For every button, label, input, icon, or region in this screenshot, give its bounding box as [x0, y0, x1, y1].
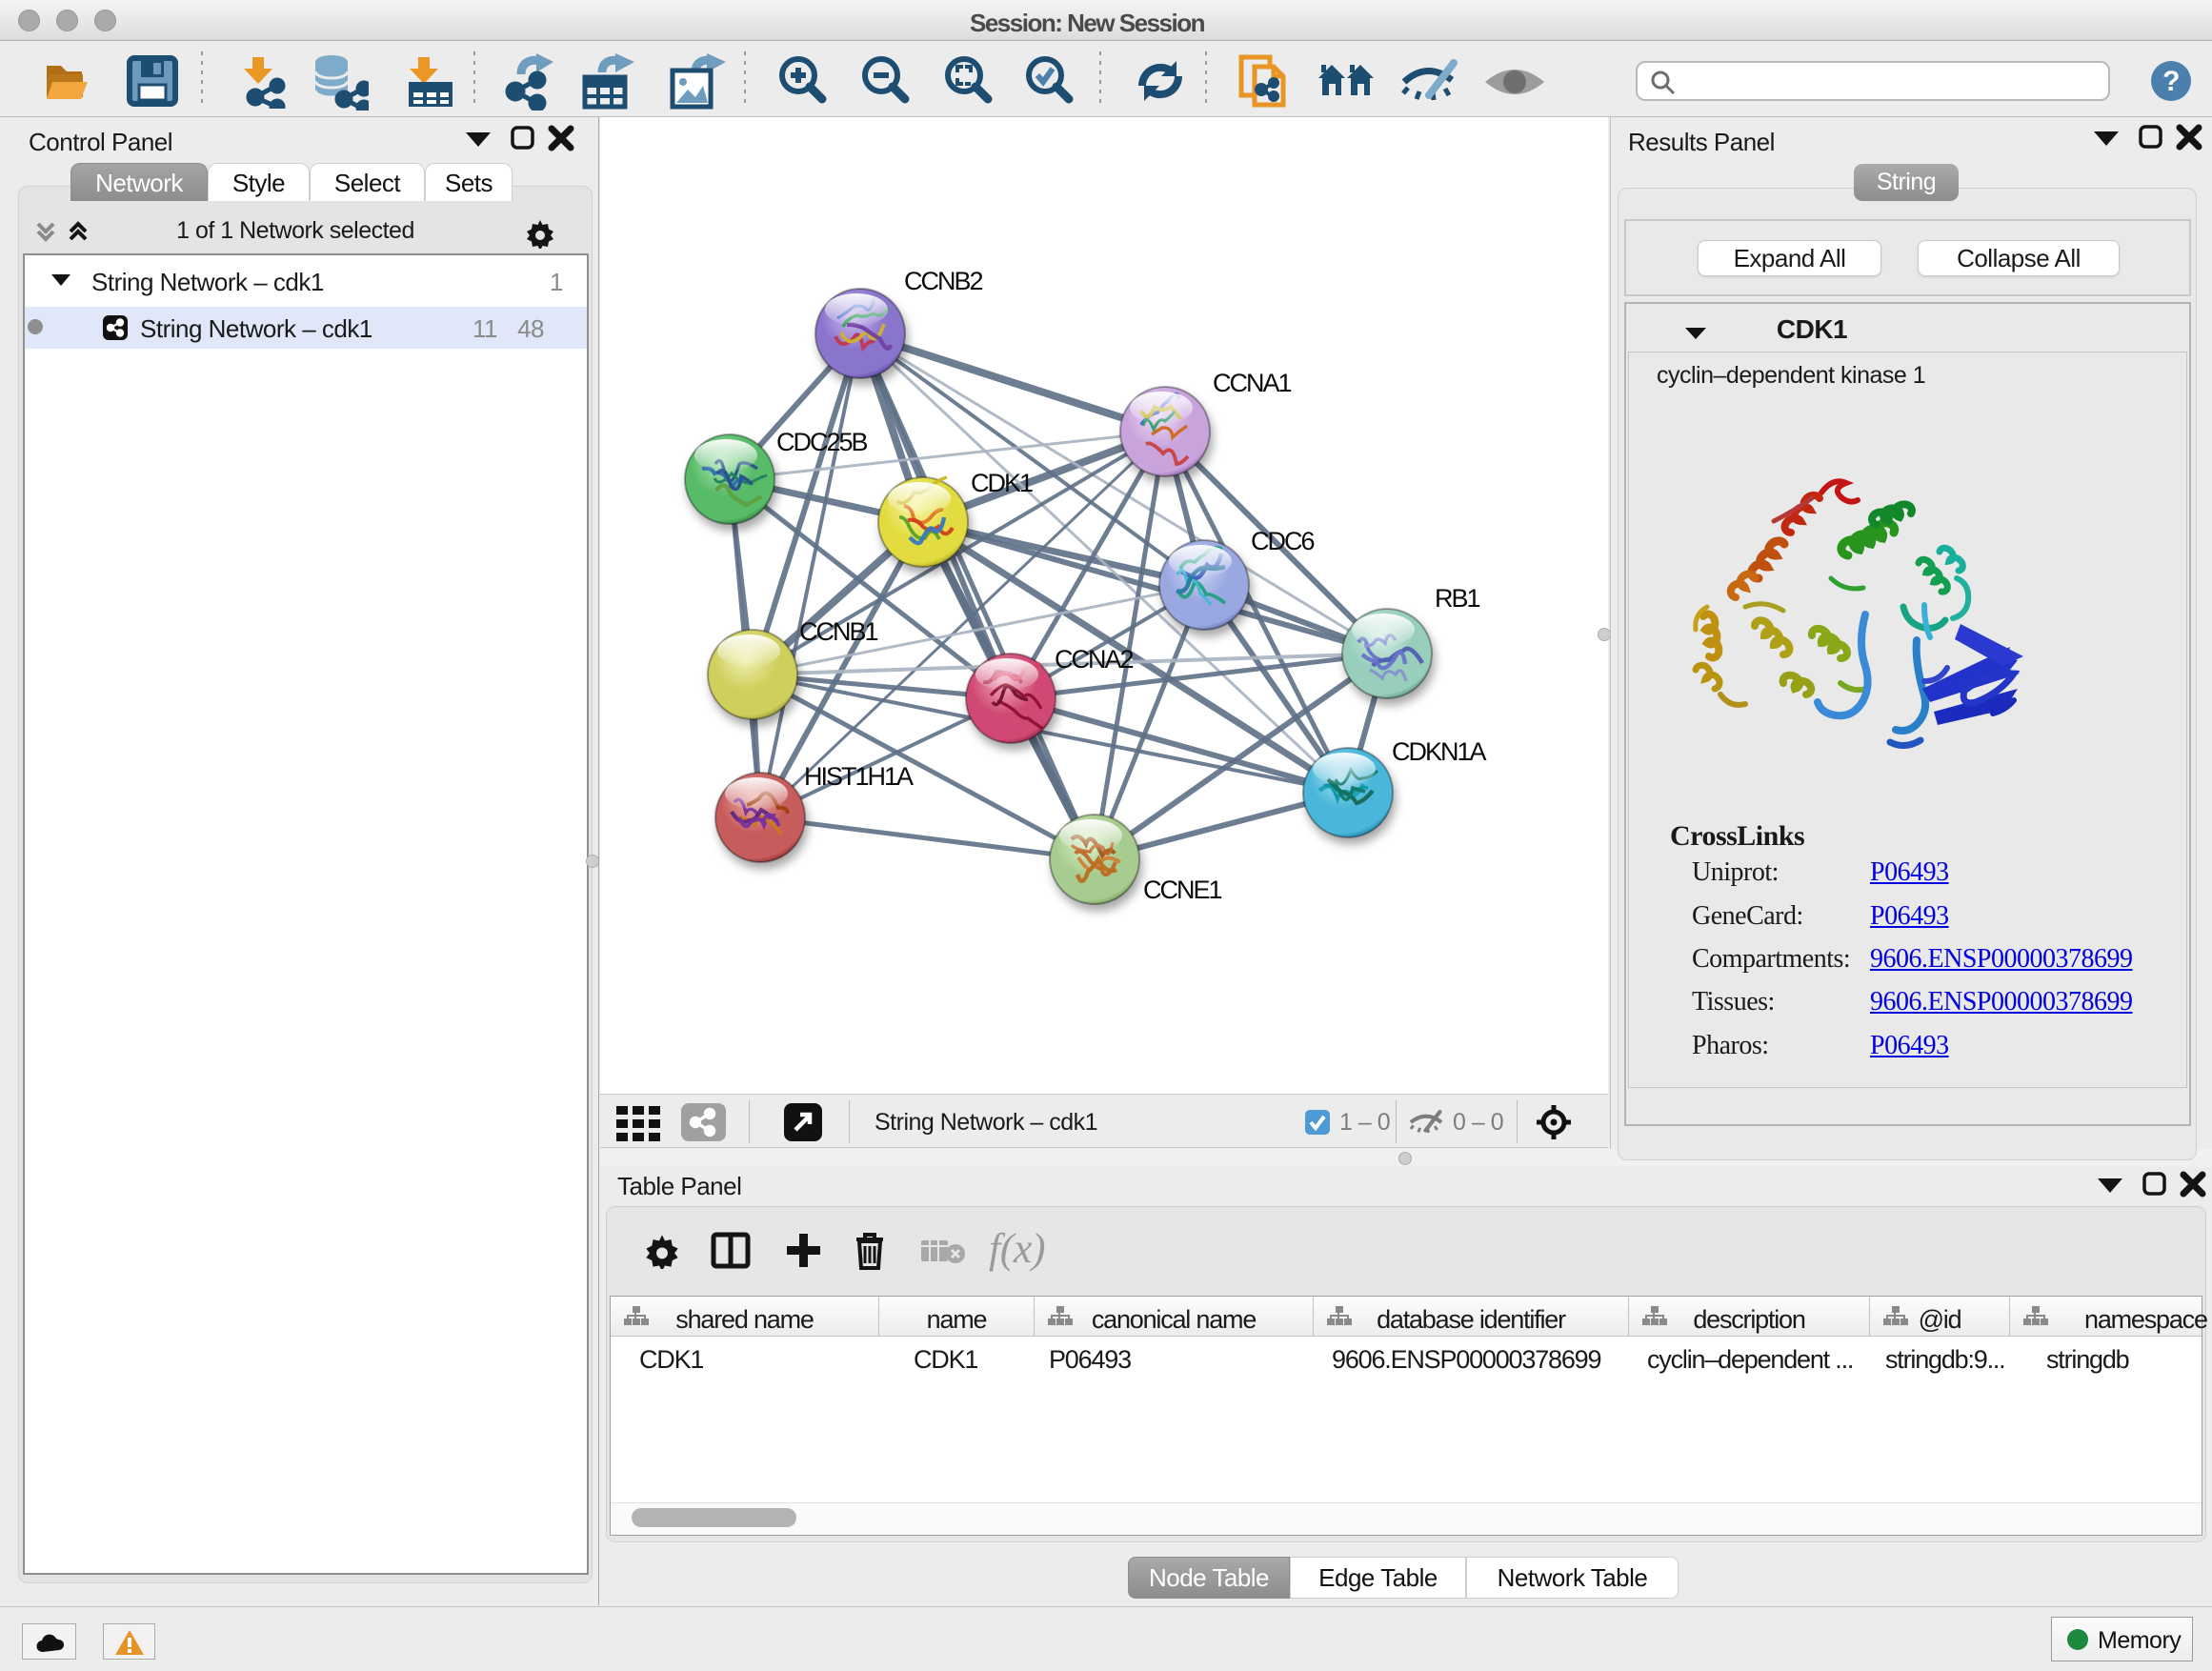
svg-text:RB1: RB1: [1435, 584, 1480, 613]
svg-text:CCNE1: CCNE1: [1143, 876, 1222, 904]
svg-text:CCNA1: CCNA1: [1213, 369, 1292, 397]
svg-text:CDC6: CDC6: [1251, 527, 1314, 555]
svg-text:CCNB1: CCNB1: [799, 617, 878, 646]
svg-text:CCNB2: CCNB2: [904, 267, 983, 295]
svg-text:CDK1: CDK1: [971, 469, 1033, 497]
svg-text:?: ?: [2162, 66, 2180, 97]
svg-text:CCNA2: CCNA2: [1055, 645, 1134, 674]
svg-text:CDKN1A: CDKN1A: [1392, 737, 1487, 766]
svg-text:CDC25B: CDC25B: [776, 428, 868, 456]
svg-text:HIST1H1A: HIST1H1A: [804, 762, 914, 791]
